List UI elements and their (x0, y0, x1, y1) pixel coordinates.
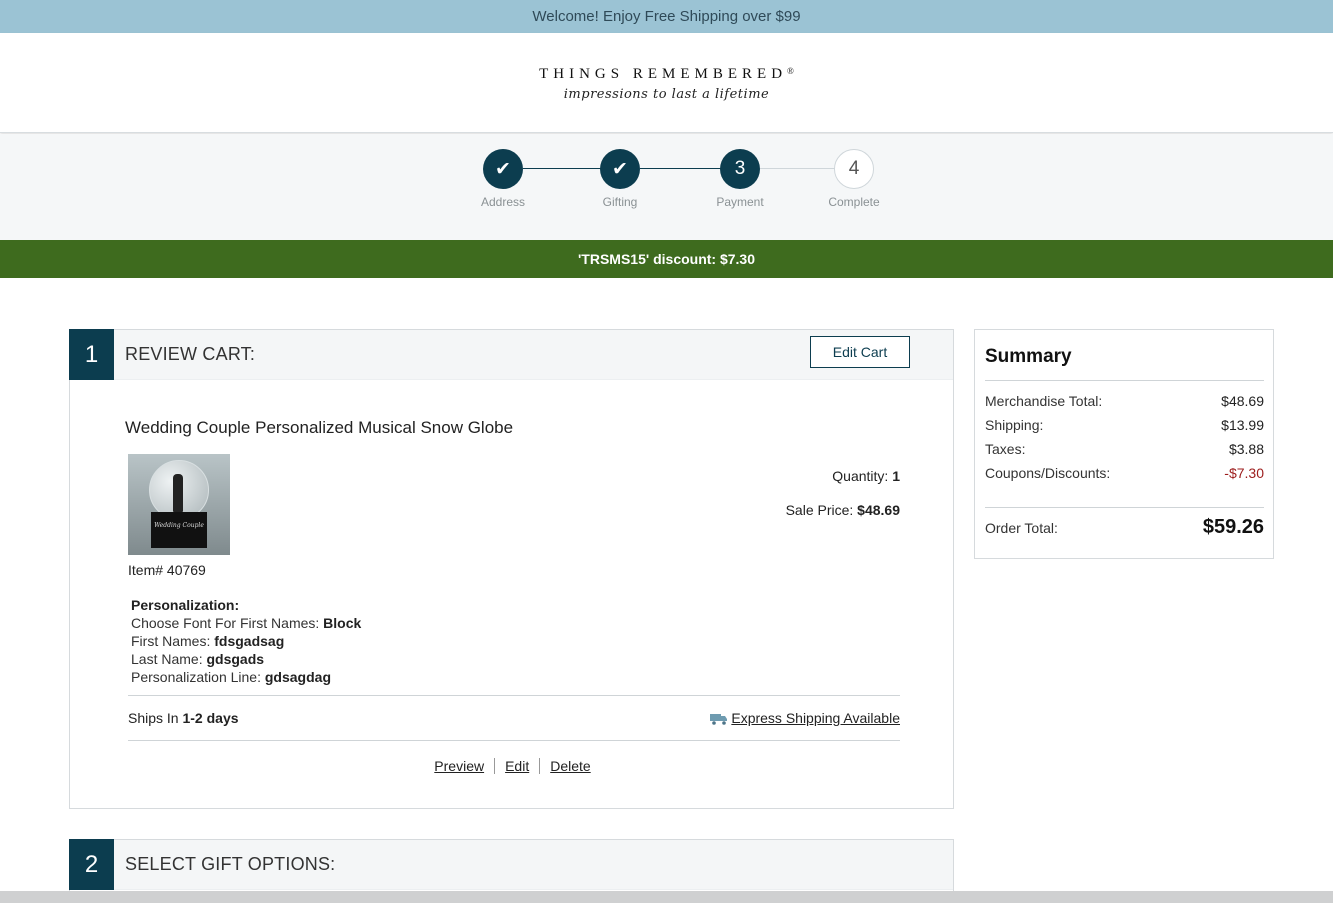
step-number: 4 (834, 149, 874, 189)
globe-base-graphic: Wedding Couple (151, 512, 207, 548)
edit-link[interactable]: Edit (495, 758, 539, 774)
step-label: Address (480, 195, 526, 209)
gift-options-panel[interactable]: 2 SELECT GIFT OPTIONS: (69, 839, 954, 899)
step-gifting: ✔ Gifting (580, 149, 660, 209)
summary-row-discounts: Coupons/Discounts: -$7.30 (985, 465, 1264, 481)
section-title: SELECT GIFT OPTIONS: (125, 854, 336, 874)
personalization-details: Personalization: Choose Font For First N… (131, 596, 361, 686)
review-cart-panel: 1 REVIEW CART: Edit Cart Wedding Couple … (69, 329, 954, 809)
personalization-row: First Names: fdsgadsag (131, 633, 285, 649)
summary-row-taxes: Taxes: $3.88 (985, 441, 1264, 457)
summary-title: Summary (985, 346, 1072, 367)
divider (128, 740, 900, 741)
divider (985, 380, 1264, 381)
cart-item-actions: Preview Edit Delete (70, 758, 955, 774)
logo[interactable]: THINGS REMEMBERED® impressions to last a… (0, 66, 1333, 102)
order-summary: Summary Merchandise Total: $48.69 Shippin… (974, 329, 1274, 559)
personalization-row: Last Name: gdsgads (131, 651, 265, 667)
logo-wordmark: THINGS REMEMBERED® (539, 66, 794, 82)
preview-link[interactable]: Preview (424, 758, 494, 774)
summary-row-merchandise: Merchandise Total: $48.69 (985, 393, 1264, 409)
step-number: 3 (720, 149, 760, 189)
summary-row-shipping: Shipping: $13.99 (985, 417, 1264, 433)
truck-icon (710, 712, 728, 725)
item-number: Item# 40769 (128, 562, 206, 578)
personalization-row: Personalization Line: gdsagdag (131, 669, 331, 685)
delete-link[interactable]: Delete (540, 758, 600, 774)
order-total: Order Total: $59.26 (985, 516, 1264, 538)
product-image[interactable]: Wedding Couple (128, 454, 230, 555)
step-payment: 3 Payment (700, 149, 780, 209)
divider (128, 695, 900, 696)
step-address: ✔ Address (463, 149, 543, 209)
quantity: Quantity: 1 (832, 468, 900, 484)
engraving-text: Wedding Couple (154, 522, 204, 529)
promo-banner: Welcome! Enjoy Free Shipping over $99 (0, 0, 1333, 33)
discount-text: 'TRSMS15' discount: $7.30 (577, 251, 756, 267)
step-label: Payment (716, 195, 764, 209)
section-title: REVIEW CART: (125, 344, 256, 364)
checkout-stepper: ✔ Address ✔ Gifting 3 Payment 4 Complete (0, 134, 1333, 240)
step-complete: 4 Complete (814, 149, 894, 209)
panel-header: 1 REVIEW CART: Edit Cart (69, 329, 953, 380)
promo-text: Welcome! Enjoy Free Shipping over $99 (532, 8, 801, 25)
logo-tagline: impressions to last a lifetime (563, 87, 770, 102)
divider (985, 507, 1264, 508)
bottom-scroll-strip (0, 891, 1333, 903)
section-number: 2 (69, 839, 114, 890)
personalization-row: Choose Font For First Names: Block (131, 615, 362, 631)
ships-in: Ships In 1-2 days (128, 710, 239, 726)
section-number: 1 (69, 329, 114, 380)
step-label: Complete (828, 195, 880, 209)
express-shipping-link[interactable]: Express Shipping Available (710, 710, 900, 726)
edit-cart-button[interactable]: Edit Cart (810, 336, 910, 368)
step-label: Gifting (602, 195, 638, 209)
couple-figure-graphic (173, 474, 183, 512)
sale-price: Sale Price: $48.69 (785, 502, 900, 518)
product-title[interactable]: Wedding Couple Personalized Musical Snow… (125, 418, 513, 438)
personalization-heading: Personalization: (131, 597, 240, 613)
panel-header: 2 SELECT GIFT OPTIONS: (69, 839, 953, 890)
check-icon: ✔ (483, 149, 523, 189)
discount-banner: 'TRSMS15' discount: $7.30 (0, 240, 1333, 278)
check-icon: ✔ (600, 149, 640, 189)
